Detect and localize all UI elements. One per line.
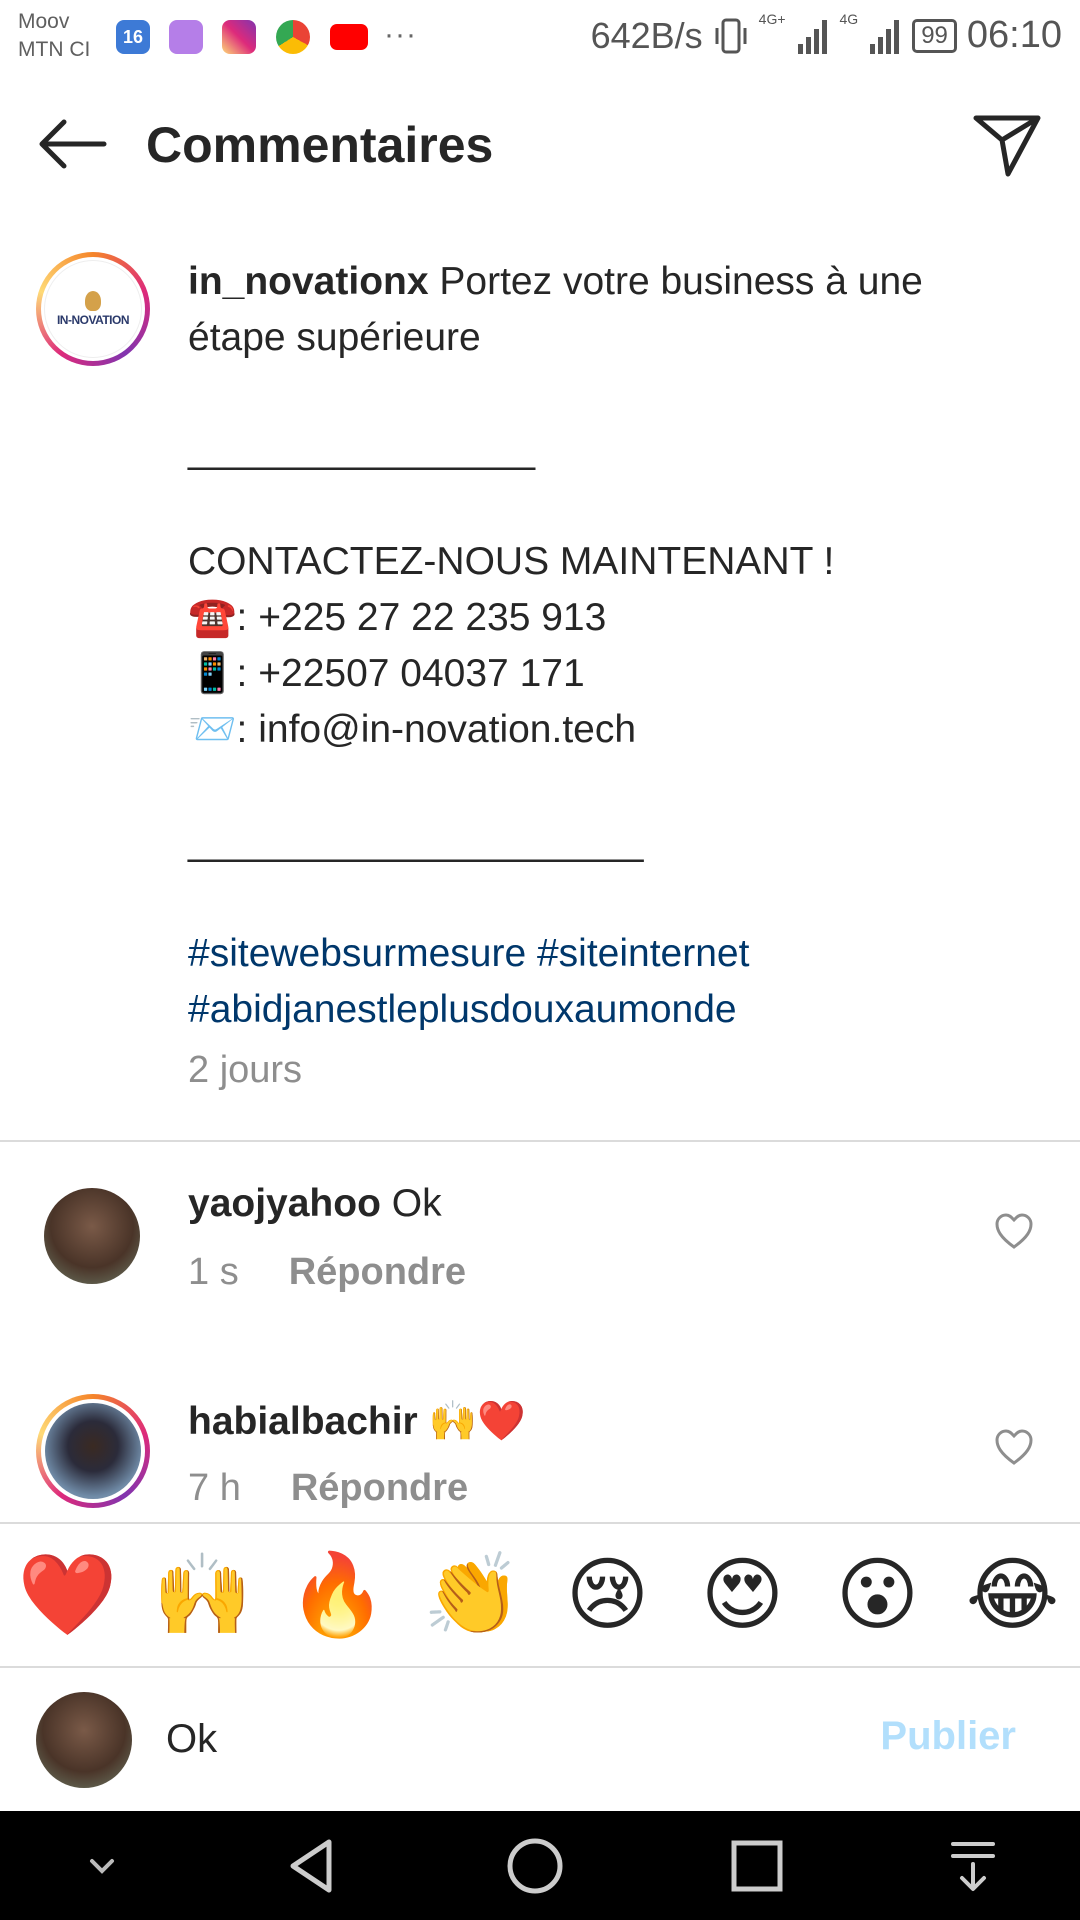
reply-button[interactable]: Répondre — [291, 1467, 468, 1510]
comment-text: yaojyahoo Ok — [188, 1182, 442, 1225]
caption-line — [188, 478, 1018, 534]
post-caption: in_novationx Portez votre business à une… — [188, 254, 1018, 1098]
innovation-logo: IN-NOVATION — [44, 260, 142, 358]
comment-time: 1 s — [188, 1251, 239, 1293]
caption-hashtags[interactable]: #sitewebsurmesure #siteinternet — [188, 926, 1018, 982]
youtube-notification-icon — [330, 24, 368, 50]
caption-first-line: in_novationx Portez votre business à une — [188, 260, 923, 303]
emoji-heart-eyes-button[interactable]: 😍 — [688, 1550, 798, 1640]
instagram-notification-icon — [222, 20, 256, 54]
emoji-quick-bar: ❤️ 🙌 🔥 👏 😢 😍 😮 😂 — [0, 1523, 1080, 1667]
more-notifications-icon: ··· — [384, 18, 417, 51]
back-button[interactable] — [34, 116, 108, 172]
caption-phone-landline: ☎️: +225 27 22 235 913 — [188, 596, 607, 639]
comment-meta: 7 h Répondre — [188, 1467, 468, 1510]
carrier-2: MTN CI — [18, 38, 91, 61]
battery-indicator: 99 — [912, 18, 957, 53]
caption-separator: ________________ — [188, 428, 536, 471]
post-username[interactable]: in_novationx — [188, 260, 429, 303]
status-indicators: 642B/s 4G+ 4G 99 06:10 — [590, 11, 1062, 57]
notification-shade-icon[interactable] — [948, 1838, 998, 1894]
comment-avatar[interactable] — [36, 1394, 150, 1508]
comment-meta: 1 s Répondre — [188, 1251, 466, 1294]
vibrate-icon — [715, 18, 747, 53]
caption-line — [188, 366, 1018, 422]
comment-avatar[interactable] — [44, 1188, 140, 1284]
like-comment-button[interactable] — [994, 1212, 1034, 1252]
chrome-notification-icon — [276, 20, 310, 54]
emoji-fire-button[interactable]: 🔥 — [283, 1550, 393, 1640]
gallery-notification-icon — [169, 20, 203, 54]
nav-recents-icon[interactable] — [729, 1838, 785, 1894]
publish-button[interactable]: Publier — [880, 1714, 1016, 1759]
calendar-notification-icon: 16 — [116, 20, 150, 54]
like-comment-button[interactable] — [994, 1428, 1034, 1468]
arrow-left-icon — [39, 119, 107, 169]
carrier-info: Moov MTN CI — [18, 8, 90, 64]
comment-text: habialbachir 🙌❤️ — [188, 1400, 526, 1443]
page-title: Commentaires — [146, 117, 494, 173]
clock: 06:10 — [966, 14, 1062, 56]
network-type-2: 4G — [839, 11, 859, 27]
emoji-laughing-button[interactable]: 😂 — [958, 1550, 1068, 1640]
caption-contact-heading: CONTACTEZ-NOUS MAINTENANT ! — [188, 540, 835, 583]
caption-hashtags[interactable]: #abidjanestleplusdouxaumonde — [188, 982, 1018, 1038]
emoji-surprised-button[interactable]: 😮 — [823, 1550, 933, 1640]
signal-icon — [797, 19, 827, 54]
caption-line — [188, 758, 1018, 814]
heart-outline-icon — [995, 1429, 1033, 1465]
nav-home-icon[interactable] — [505, 1836, 565, 1896]
network-speed: 642B/s — [590, 14, 703, 56]
comment-time: 7 h — [188, 1467, 241, 1509]
post-time: 2 jours — [188, 1049, 303, 1091]
status-bar: Moov MTN CI 16 ··· 642B/s 4G+ 4G 99 06:1… — [0, 0, 1080, 72]
nav-back-icon[interactable] — [285, 1836, 341, 1896]
network-type-1: 4G+ — [758, 11, 786, 27]
post-author-avatar[interactable]: IN-NOVATION — [36, 252, 150, 366]
system-nav-bar — [0, 1811, 1080, 1920]
divider — [0, 1140, 1080, 1142]
emoji-heart-button[interactable]: ❤️ — [13, 1550, 123, 1640]
signal-icon-2 — [870, 19, 900, 54]
comment-input[interactable]: Ok — [166, 1717, 217, 1762]
caption-line — [188, 870, 1018, 926]
caption-separator: _____________________ — [188, 820, 644, 863]
reply-button[interactable]: Répondre — [289, 1251, 466, 1294]
comment-username[interactable]: habialbachir — [188, 1400, 418, 1443]
emoji-crying-button[interactable]: 😢 — [553, 1550, 663, 1640]
current-user-avatar — [36, 1692, 132, 1788]
chevron-down-icon[interactable] — [82, 1846, 122, 1886]
share-button[interactable] — [972, 112, 1042, 178]
lightbulb-icon — [85, 291, 101, 311]
emoji-clapping-button[interactable]: 👏 — [418, 1550, 528, 1640]
paper-plane-icon — [973, 115, 1041, 177]
emoji-raising-hands-button[interactable]: 🙌 — [148, 1550, 258, 1640]
carrier-1: Moov — [18, 10, 70, 33]
heart-outline-icon — [995, 1213, 1033, 1249]
caption-email: 📨: info@in-novation.tech — [188, 708, 637, 751]
divider — [0, 1666, 1080, 1668]
caption-line: étape supérieure — [188, 316, 481, 359]
comment-username[interactable]: yaojyahoo — [188, 1182, 381, 1225]
caption-phone-mobile: 📱: +22507 04037 171 — [188, 652, 585, 695]
